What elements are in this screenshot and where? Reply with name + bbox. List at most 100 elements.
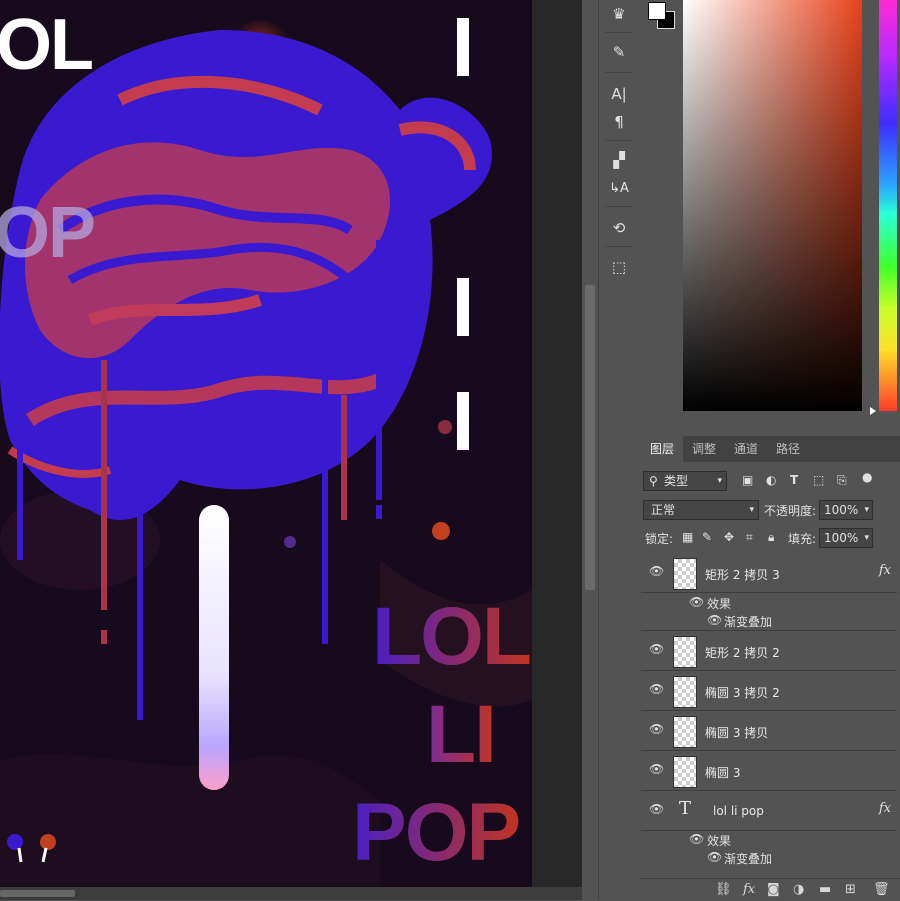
canvas-pasteboard bbox=[532, 0, 582, 887]
opacity-label: 不透明度: bbox=[764, 504, 817, 518]
tab-channels[interactable]: 通道 bbox=[725, 436, 767, 462]
visibility-eye-icon[interactable]: 👁︎ bbox=[707, 613, 722, 627]
poster-text-op: OP bbox=[0, 193, 96, 273]
visibility-eye-icon[interactable]: 👁︎ bbox=[649, 564, 664, 578]
character-icon[interactable]: A| bbox=[603, 82, 635, 106]
visibility-eye-icon[interactable]: 👁︎ bbox=[649, 682, 664, 696]
lock-label: 锁定: bbox=[645, 532, 674, 546]
paragraph-style-icon[interactable]: ↳A bbox=[603, 176, 635, 200]
tab-adjustments[interactable]: 调整 bbox=[683, 436, 725, 462]
layer-row[interactable]: 👁︎ 椭圆 3 bbox=[641, 752, 897, 791]
new-layer-icon[interactable]: ⊞ bbox=[845, 882, 856, 897]
layer-row[interactable]: 👁︎ T lol li pop fx bbox=[641, 792, 897, 831]
layer-row[interactable]: 👁︎ 椭圆 3 拷贝 bbox=[641, 712, 897, 751]
foreground-color-swatch[interactable] bbox=[648, 2, 666, 20]
lock-transparent-pixels-icon[interactable]: ▦ bbox=[682, 530, 693, 544]
tool-divider bbox=[605, 140, 633, 141]
hue-slider-marker[interactable] bbox=[870, 407, 876, 415]
adjustment-layer-filter-icon[interactable]: ◐ bbox=[766, 473, 776, 487]
chevron-down-icon: ▾ bbox=[749, 505, 754, 515]
layer-thumbnail bbox=[673, 756, 697, 788]
poster-text-li: LI bbox=[426, 689, 497, 780]
type-layer-filter-icon[interactable]: T bbox=[790, 473, 798, 487]
add-layer-style-icon[interactable]: fx bbox=[743, 882, 755, 897]
search-icon: ⚲ bbox=[649, 474, 658, 488]
type-layer-icon: T bbox=[679, 798, 692, 819]
vertical-scrollbar[interactable] bbox=[582, 0, 598, 887]
horizontal-scrollbar[interactable] bbox=[0, 887, 582, 900]
visibility-eye-icon[interactable]: 👁︎ bbox=[649, 642, 664, 656]
blend-mode-value: 正常 bbox=[651, 503, 676, 517]
lock-artboard-icon[interactable]: ⌗ bbox=[746, 530, 753, 545]
layer-filter-select[interactable]: ⚲ 类型 ▾ bbox=[643, 471, 727, 491]
layer-thumbnail bbox=[673, 676, 697, 708]
paragraph-icon[interactable]: ¶ bbox=[603, 110, 635, 134]
visibility-eye-icon[interactable]: 👁︎ bbox=[689, 832, 704, 846]
3d-icon[interactable]: ⬚ bbox=[603, 255, 635, 279]
filter-toggle-icon[interactable]: ● bbox=[862, 470, 872, 484]
chevron-down-icon: ▾ bbox=[864, 505, 869, 515]
layer-effects-row[interactable]: 👁︎ 效果 bbox=[641, 830, 897, 849]
fill-label: 填充: bbox=[788, 532, 817, 546]
delete-layer-icon[interactable]: 🗑︎ bbox=[873, 882, 890, 897]
add-mask-icon[interactable]: ◙ bbox=[767, 882, 780, 897]
fill-value: 100% bbox=[824, 531, 859, 545]
color-picker-field[interactable] bbox=[683, 0, 862, 411]
layer-name: lol li pop bbox=[713, 804, 764, 818]
smart-object-filter-icon[interactable]: ⎘ bbox=[837, 473, 847, 488]
layer-effect-item[interactable]: 👁︎ 渐变叠加 bbox=[641, 611, 897, 631]
vertical-scroll-thumb[interactable] bbox=[585, 285, 595, 590]
layer-row[interactable]: 👁︎ 矩形 2 拷贝 3 fx bbox=[641, 554, 897, 593]
layer-filter-label: 类型 bbox=[664, 474, 689, 488]
history-icon[interactable]: ⟲ bbox=[603, 216, 635, 240]
fill-field[interactable]: 100% ▾ bbox=[819, 528, 873, 548]
layer-fx-icon[interactable]: fx bbox=[879, 801, 891, 816]
layer-name: 矩形 2 拷贝 3 bbox=[705, 568, 780, 582]
crown-icon[interactable]: ♛ bbox=[603, 2, 635, 26]
layer-thumbnail bbox=[673, 716, 697, 748]
link-layers-icon[interactable]: ⛓ bbox=[715, 882, 732, 897]
poster-text-lol: LOL bbox=[372, 591, 532, 682]
tab-layers[interactable]: 图层 bbox=[641, 436, 684, 462]
pixel-layer-filter-icon[interactable]: ▣ bbox=[742, 473, 753, 487]
shape-layer-filter-icon[interactable]: ⬚ bbox=[813, 473, 824, 487]
lock-position-icon[interactable]: ✥ bbox=[724, 530, 734, 544]
document-canvas[interactable]: OL I OP LOL LI POP bbox=[0, 0, 532, 887]
effects-label: 效果 bbox=[707, 597, 732, 611]
layer-effect-item[interactable]: 👁︎ 渐变叠加 bbox=[641, 848, 897, 867]
layer-thumbnail bbox=[673, 636, 697, 668]
layers-panel-footer: ⛓ fx ◙ ◑ ▬ ⊞ 🗑︎ bbox=[639, 878, 900, 901]
tool-divider bbox=[605, 246, 633, 247]
poster-text-pop: POP bbox=[352, 787, 521, 878]
visibility-eye-icon[interactable]: 👁︎ bbox=[707, 850, 722, 864]
lock-image-pixels-icon[interactable]: ✎ bbox=[702, 530, 712, 544]
character-style-icon[interactable]: ▞ bbox=[603, 148, 635, 172]
layer-name: 椭圆 3 拷贝 bbox=[705, 726, 769, 740]
tool-divider bbox=[605, 32, 633, 33]
new-adjustment-layer-icon[interactable]: ◑ bbox=[793, 882, 804, 897]
tool-divider bbox=[605, 72, 633, 73]
layer-row[interactable]: 👁︎ 矩形 2 拷贝 2 bbox=[641, 632, 897, 671]
effect-name: 渐变叠加 bbox=[724, 852, 773, 866]
layer-row[interactable]: 👁︎ 椭圆 3 拷贝 2 bbox=[641, 672, 897, 711]
layer-name: 椭圆 3 拷贝 2 bbox=[705, 686, 780, 700]
visibility-eye-icon[interactable]: 👁︎ bbox=[649, 722, 664, 736]
layer-effects-row[interactable]: 👁︎ 效果 bbox=[641, 593, 897, 612]
new-group-icon[interactable]: ▬ bbox=[819, 882, 831, 897]
panel-dock-strip: ♛ ✎ A| ¶ ▞ ↳A ⟲ ⬚ bbox=[598, 0, 640, 900]
visibility-eye-icon[interactable]: 👁︎ bbox=[689, 595, 704, 609]
blend-mode-select[interactable]: 正常 ▾ bbox=[643, 500, 759, 520]
visibility-eye-icon[interactable]: 👁︎ bbox=[649, 802, 664, 816]
tool-divider bbox=[605, 206, 633, 207]
opacity-value: 100% bbox=[824, 503, 859, 517]
visibility-eye-icon[interactable]: 👁︎ bbox=[649, 762, 664, 776]
brush-settings-icon[interactable]: ✎ bbox=[603, 40, 635, 64]
tab-paths[interactable]: 路径 bbox=[767, 436, 809, 462]
layer-thumbnail bbox=[673, 558, 697, 590]
lock-all-icon[interactable]: 🔒︎ bbox=[768, 530, 774, 545]
layer-fx-icon[interactable]: fx bbox=[879, 563, 891, 578]
chevron-down-icon: ▾ bbox=[864, 533, 869, 543]
opacity-field[interactable]: 100% ▾ bbox=[819, 500, 873, 520]
hue-slider[interactable] bbox=[879, 0, 897, 411]
horizontal-scroll-thumb[interactable] bbox=[0, 890, 75, 897]
